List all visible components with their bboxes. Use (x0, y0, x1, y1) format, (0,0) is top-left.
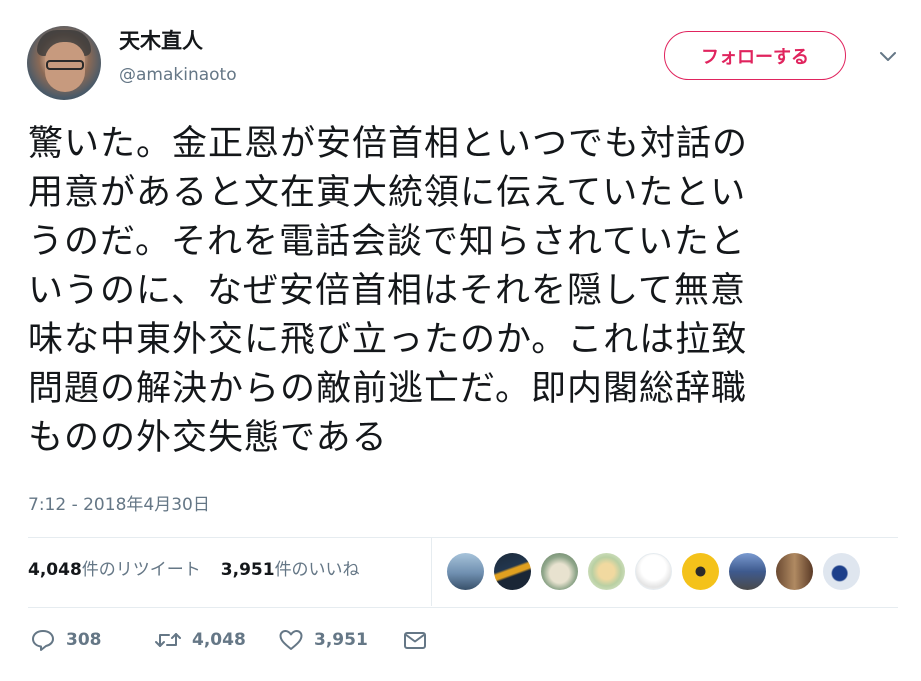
heart-icon (278, 628, 304, 652)
tweet-actions: 308 4,048 3,951 (30, 628, 428, 652)
liker-avatar[interactable] (682, 553, 719, 590)
retweet-count: 4,048 (192, 630, 246, 650)
tweet-text-line: ものの外交失態である (28, 418, 388, 458)
like-count: 3,951 (314, 630, 368, 650)
retweets-stat-label: 件のリツイート (81, 560, 201, 580)
direct-message-action[interactable] (402, 629, 428, 651)
author-display-name[interactable]: 天木直人 (119, 28, 203, 54)
reply-count: 308 (66, 630, 102, 650)
liker-avatar[interactable] (823, 553, 860, 590)
liker-avatar[interactable] (588, 553, 625, 590)
author-handle[interactable]: @amakinaoto (119, 64, 237, 86)
envelope-icon (402, 629, 428, 651)
tweet-text-line: 用意があると文在寅大統領に伝えていたとい (28, 173, 747, 213)
likes-stat-label: 件のいいね (274, 560, 360, 580)
retweets-stat[interactable]: 4,048件のリツイート (28, 555, 201, 580)
likes-stat[interactable]: 3,951件のいいね (221, 555, 360, 580)
divider-top (28, 537, 898, 538)
tweet-text: 驚いた。金正恩が安倍首相といつでも対話の 用意があると文在寅大統領に伝えていたと… (28, 120, 898, 463)
likes-stat-count: 3,951 (220, 560, 275, 580)
liker-avatar[interactable] (494, 553, 531, 590)
liker-avatar[interactable] (447, 553, 484, 590)
reply-icon (30, 628, 56, 652)
stats-separator (431, 537, 432, 606)
chevron-down-icon[interactable] (876, 46, 900, 66)
liker-avatar[interactable] (635, 553, 672, 590)
avatar-glasses (46, 60, 84, 70)
liker-avatar[interactable] (541, 553, 578, 590)
follow-button[interactable]: フォローする (664, 31, 846, 80)
like-action[interactable]: 3,951 (278, 628, 402, 652)
likers-avatars (447, 553, 860, 590)
tweet-text-line: 驚いた。金正恩が安倍首相といつでも対話の (28, 124, 749, 164)
retweet-action[interactable]: 4,048 (154, 628, 278, 652)
author-avatar[interactable] (27, 26, 101, 100)
divider-bottom (28, 607, 898, 608)
tweet-text-line: いうのに、なぜ安倍首相はそれを隠して無意 (28, 271, 746, 311)
retweets-stat-count: 4,048 (28, 560, 82, 580)
tweet-text-line: 味な中東外交に飛び立ったのか。これは拉致 (28, 320, 748, 360)
tweet-timestamp[interactable]: 7:12 - 2018年4月30日 (28, 490, 210, 515)
tweet-text-line: 問題の解決からの敵前逃亡だ。即内閣総辞職 (28, 369, 747, 409)
tweet-text-line: うのだ。それを電話会談で知らされていたと (28, 222, 746, 262)
reply-action[interactable]: 308 (30, 628, 154, 652)
tweet-stats: 4,048件のリツイート 3,951件のいいね (28, 555, 360, 580)
liker-avatar[interactable] (776, 553, 813, 590)
liker-avatar[interactable] (729, 553, 766, 590)
retweet-icon (154, 628, 182, 652)
